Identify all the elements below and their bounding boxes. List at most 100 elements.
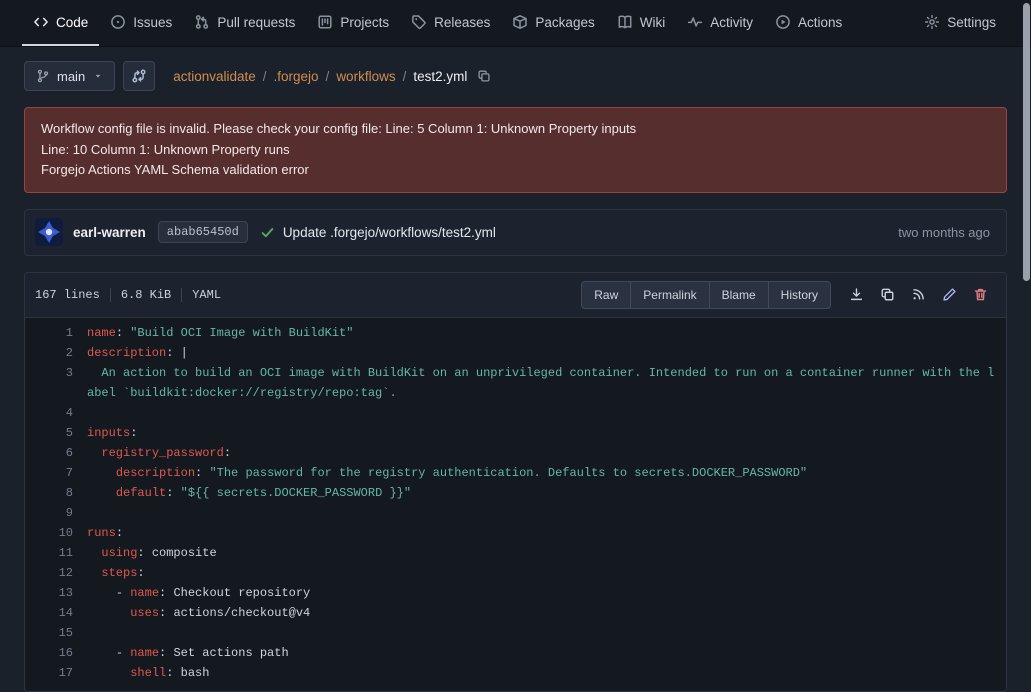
code-line: 3 An action to build an OCI image with B… [25,363,1006,403]
page-scrollbar-thumb[interactable] [1023,3,1030,281]
error-message-line: Forgejo Actions YAML Schema validation e… [41,160,990,181]
delete-icon [973,287,988,302]
commit-status-check-icon[interactable] [260,225,275,240]
nav-item-label: Packages [535,15,594,30]
repo-tab-bar: Code Issues Pull requestsProjects Releases P… [0,0,1031,47]
settings-icon [924,14,940,30]
permalink-button[interactable]: Permalink [630,281,709,309]
nav-item-label: Wiki [640,15,666,30]
code-line: 16 - name: Set actions path [25,643,1006,663]
divider [110,288,111,302]
delete-button[interactable] [965,281,996,308]
nav-item-settings[interactable]: Settings [913,0,1007,46]
code-line: 17 shell: bash [25,663,1006,683]
nav-item-packages[interactable]: Packages [501,0,605,46]
line-number[interactable]: 11 [25,543,87,563]
line-number[interactable]: 13 [25,583,87,603]
line-number[interactable]: 8 [25,483,87,503]
commit-author[interactable]: earl-warren [73,225,146,240]
copy-button[interactable] [872,281,903,308]
code-text: default: "${{ secrets.DOCKER_PASSWORD }}… [87,483,1006,503]
code-line: 4 [25,403,1006,423]
line-number[interactable]: 12 [25,563,87,583]
nav-item-releases[interactable]: Releases [400,0,501,46]
releases-icon [411,14,427,30]
code-text: - name: Set actions path [87,643,1006,663]
code-line: 6 registry_password: [25,443,1006,463]
breadcrumb--forgejo[interactable]: .forgejo [274,69,319,84]
code-line: 10runs: [25,523,1006,543]
line-number[interactable]: 14 [25,603,87,623]
nav-item-projects[interactable]: Projects [306,0,400,46]
pull-request-icon [194,14,210,30]
nav-item-actions[interactable]: Actions [764,0,853,46]
line-number[interactable]: 7 [25,463,87,483]
commit-message[interactable]: Update .forgejo/workflows/test2.yml [283,225,496,240]
nav-item-issues[interactable]: Issues [99,0,183,46]
line-number[interactable]: 10 [25,523,87,543]
breadcrumb-separator: / [403,69,407,84]
breadcrumb-workflows[interactable]: workflows [336,69,395,84]
issues-icon [110,14,126,30]
download-button[interactable] [841,281,872,308]
line-number[interactable]: 3 [25,363,87,403]
file-header: 167 lines 6.8 KiB YAML RawPermalinkBlame… [25,273,1006,318]
breadcrumb-separator: / [326,69,330,84]
branch-selector[interactable]: main [24,61,115,91]
rss-button[interactable] [903,281,934,308]
code-text [87,623,1006,643]
code-text: description: "The password for the regis… [87,463,1006,483]
line-number[interactable]: 6 [25,443,87,463]
git-branch-icon [36,69,50,83]
code-lines: 1name: "Build OCI Image with BuildKit"2d… [25,318,1006,691]
line-number[interactable]: 1 [25,323,87,343]
nav-item-wiki[interactable]: Wiki [606,0,677,46]
error-message-line: Line: 10 Column 1: Unknown Property runs [41,140,990,161]
line-number[interactable]: 4 [25,403,87,423]
chevron-down-icon [93,71,103,81]
error-message-line: Workflow config file is invalid. Please … [41,119,990,140]
commit-hash-badge[interactable]: abab65450d [158,221,248,243]
code-line: 2description: | [25,343,1006,363]
copy-path-button[interactable] [477,69,491,83]
activity-icon [687,14,703,30]
nav-item-label: Issues [133,15,172,30]
nav-item-code[interactable]: Code [22,0,99,46]
blame-button[interactable]: Blame [709,281,769,309]
file-size: 6.8 KiB [121,288,171,302]
line-number[interactable]: 9 [25,503,87,523]
repo-content: main actionvalidate/.forgejo/workflows/t… [0,61,1031,692]
edit-button[interactable] [934,281,965,308]
compare-button[interactable] [123,61,155,91]
nav-item-label: Releases [434,15,490,30]
code-line: 15 [25,623,1006,643]
line-number[interactable]: 2 [25,343,87,363]
actions-icon [775,14,791,30]
raw-button[interactable]: Raw [581,281,631,309]
breadcrumb-actionvalidate[interactable]: actionvalidate [173,69,256,84]
history-button[interactable]: History [768,281,831,309]
author-avatar[interactable] [35,218,63,246]
nav-item-pull-requests[interactable]: Pull requests [183,0,306,46]
code-text: steps: [87,563,1006,583]
divider [181,288,182,302]
copy-icon [880,287,895,302]
code-line: 5inputs: [25,423,1006,443]
latest-commit-bar: earl-warren abab65450d Update .forgejo/w… [24,209,1007,256]
nav-item-activity[interactable]: Activity [676,0,764,46]
line-number[interactable]: 5 [25,423,87,443]
code-text: using: composite [87,543,1006,563]
line-number[interactable]: 15 [25,623,87,643]
line-number[interactable]: 17 [25,663,87,683]
nav-item-label: Code [56,15,88,30]
code-text: inputs: [87,423,1006,443]
line-number[interactable]: 16 [25,643,87,663]
file-view: 167 lines 6.8 KiB YAML RawPermalinkBlame… [24,272,1007,692]
file-info: 167 lines 6.8 KiB YAML [35,288,221,302]
code-line: 8 default: "${{ secrets.DOCKER_PASSWORD … [25,483,1006,503]
code-line: 13 - name: Checkout repository [25,583,1006,603]
file-line-count: 167 lines [35,288,100,302]
code-line: 9 [25,503,1006,523]
code-icon [33,14,49,30]
code-line: 7 description: "The password for the reg… [25,463,1006,483]
